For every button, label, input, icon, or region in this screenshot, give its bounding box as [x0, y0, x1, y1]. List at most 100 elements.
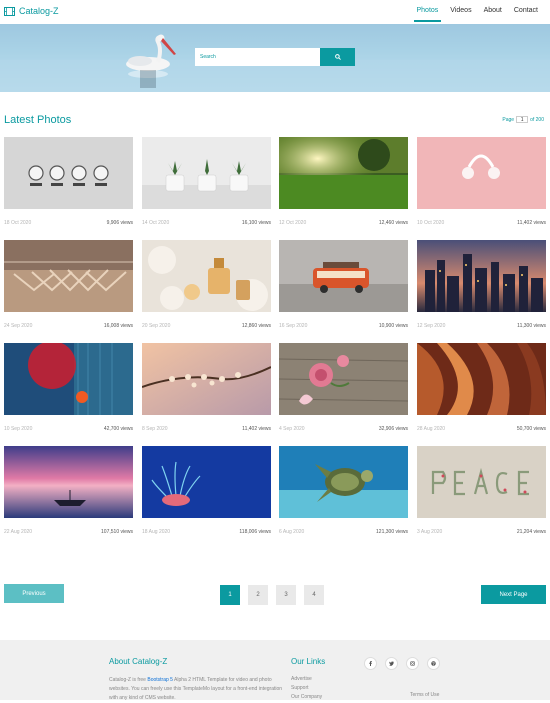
page-link-4[interactable]: 4 — [304, 585, 324, 605]
photo-card[interactable]: 24 Sep 2020 16,008 views — [4, 240, 133, 329]
main-nav: Photos Videos About Contact — [411, 6, 545, 22]
photo-views: 121,300 views — [376, 529, 408, 535]
photo-card[interactable]: 20 Sep 2020 12,860 views — [142, 240, 271, 329]
nav-about[interactable]: About — [478, 6, 508, 17]
photo-thumbnail-plants[interactable] — [142, 137, 271, 209]
pinterest-icon[interactable] — [427, 657, 440, 670]
nav-photos[interactable]: Photos — [411, 6, 445, 22]
photo-card[interactable]: 18 Oct 2020 9,906 views — [4, 137, 133, 226]
twitter-icon[interactable] — [385, 657, 398, 670]
nav-videos[interactable]: Videos — [444, 6, 477, 17]
previous-button[interactable]: Previous — [4, 584, 64, 603]
photo-thumbnail-anemone[interactable] — [142, 446, 271, 518]
photo-card[interactable]: 6 Aug 2020 121,300 views — [279, 446, 408, 535]
photo-date: 10 Oct 2020 — [417, 220, 445, 226]
search-input[interactable] — [195, 48, 320, 66]
photo-date: 22 Aug 2020 — [4, 529, 33, 535]
hero-banner — [0, 24, 550, 92]
photo-views: 11,402 views — [242, 426, 271, 432]
instagram-icon[interactable] — [406, 657, 419, 670]
search-button[interactable] — [320, 48, 355, 66]
photo-date: 3 Aug 2020 — [417, 529, 443, 535]
page-total: of 200 — [530, 116, 544, 123]
photo-date: 18 Oct 2020 — [4, 220, 32, 226]
photo-views: 107,510 views — [101, 529, 133, 535]
footer-link-support[interactable]: Support — [291, 684, 322, 693]
photo-views: 118,006 views — [239, 529, 271, 535]
photo-views: 16,100 views — [241, 220, 271, 226]
photo-thumbnail-turtle[interactable] — [279, 446, 408, 518]
footer-about-text: Catalog-Z is free Bootstrap 5 Alpha 2 HT… — [109, 676, 289, 703]
photo-thumbnail-city[interactable] — [417, 240, 546, 312]
photo-card[interactable]: 16 Sep 2020 10,900 views — [279, 240, 408, 329]
photo-date: 28 Aug 2020 — [417, 426, 446, 432]
photo-thumbnail-canyon[interactable] — [417, 343, 546, 415]
nav-contact[interactable]: Contact — [508, 6, 544, 17]
photo-thumbnail-roses[interactable] — [278, 343, 409, 415]
photo-card[interactable]: 8 Sep 2020 11,402 views — [141, 343, 272, 432]
footer-link-company[interactable]: Our Company — [291, 693, 322, 702]
photo-thumbnail-red-light[interactable] — [4, 341, 133, 415]
photo-date: 24 Sep 2020 — [4, 323, 33, 329]
photo-thumbnail-clocks[interactable] — [4, 137, 133, 209]
footer-about-title: About Catalog-Z — [109, 657, 168, 666]
photo-thumbnail-bus[interactable] — [279, 240, 408, 312]
footer-links-title: Our Links — [291, 657, 326, 666]
photo-views: 10,900 views — [378, 323, 408, 329]
brand-link[interactable]: Catalog-Z — [4, 6, 59, 16]
photo-thumbnail-perfume[interactable] — [142, 240, 271, 312]
photo-card[interactable]: 10 Oct 2020 11,402 views — [417, 137, 546, 226]
photo-thumbnail-headphones[interactable] — [417, 137, 546, 209]
page-label: Page — [502, 116, 515, 123]
photo-card[interactable]: 22 Aug 2020 107,510 views — [4, 446, 133, 535]
photo-card[interactable]: 14 Oct 2020 16,100 views — [142, 137, 271, 226]
footer-link-advertise[interactable]: Advertise — [291, 675, 322, 684]
photo-date: 12 Sep 2020 — [417, 323, 446, 329]
photo-views: 12,860 views — [241, 323, 271, 329]
social-links — [364, 657, 440, 670]
film-icon — [4, 6, 15, 16]
photo-date: 4 Sep 2020 — [279, 426, 305, 432]
page-link-1[interactable]: 1 — [220, 585, 240, 605]
photo-thumbnail-boat[interactable] — [4, 446, 133, 518]
photo-thumbnail-blossom[interactable] — [141, 343, 272, 415]
photo-views: 12,460 views — [378, 220, 408, 226]
photo-card[interactable]: 18 Aug 2020 118,006 views — [142, 446, 271, 535]
next-page-button[interactable]: Next Page — [481, 585, 546, 604]
photo-views: 9,906 views — [106, 220, 133, 226]
photo-card[interactable]: 3 Aug 2020 21,204 views — [417, 446, 546, 535]
footer: About Catalog-Z Catalog-Z is free Bootst… — [0, 640, 550, 703]
search-icon — [334, 54, 341, 60]
page-link-3[interactable]: 3 — [276, 585, 296, 605]
photo-card[interactable]: 10 Sep 2020 42,700 views — [4, 341, 133, 432]
bootstrap-link[interactable]: Bootstrap 5 — [147, 677, 173, 683]
page-title: Latest Photos — [4, 114, 72, 126]
photo-card[interactable]: 4 Sep 2020 32,906 views — [278, 343, 409, 432]
photo-card[interactable]: 12 Sep 2020 11,300 views — [417, 240, 546, 329]
page-indicator: Page 1 of 200 — [502, 116, 544, 123]
photo-card[interactable]: 12 Oct 2020 12,460 views — [279, 137, 408, 226]
photo-date: 18 Aug 2020 — [142, 529, 171, 535]
photo-views: 32,906 views — [378, 426, 408, 432]
page-number-input[interactable]: 1 — [516, 116, 529, 123]
terms-link[interactable]: Terms of Use — [410, 692, 439, 698]
photo-date: 16 Sep 2020 — [279, 323, 308, 329]
pagination: 1 2 3 4 — [220, 585, 324, 605]
photo-date: 6 Aug 2020 — [279, 529, 305, 535]
photo-views: 11,300 views — [517, 323, 546, 329]
photo-views: 21,204 views — [516, 529, 546, 535]
photo-card[interactable]: 28 Aug 2020 50,700 views — [417, 343, 546, 432]
footer-links: Advertise Support Our Company — [291, 675, 322, 702]
facebook-icon[interactable] — [364, 657, 377, 670]
photo-date: 8 Sep 2020 — [142, 426, 168, 432]
navbar: Catalog-Z Photos Videos About Contact — [0, 0, 550, 24]
photo-thumbnail-hangers[interactable] — [4, 240, 133, 312]
photo-views: 11,402 views — [517, 220, 546, 226]
photo-thumbnail-peace[interactable] — [417, 446, 546, 518]
brand-name: Catalog-Z — [19, 6, 59, 16]
page-link-2[interactable]: 2 — [248, 585, 268, 605]
photo-thumbnail-grass[interactable] — [279, 137, 408, 209]
photo-date: 20 Sep 2020 — [142, 323, 171, 329]
search-bar — [195, 48, 355, 66]
footer-about-text-1: Catalog-Z is free — [109, 677, 148, 683]
